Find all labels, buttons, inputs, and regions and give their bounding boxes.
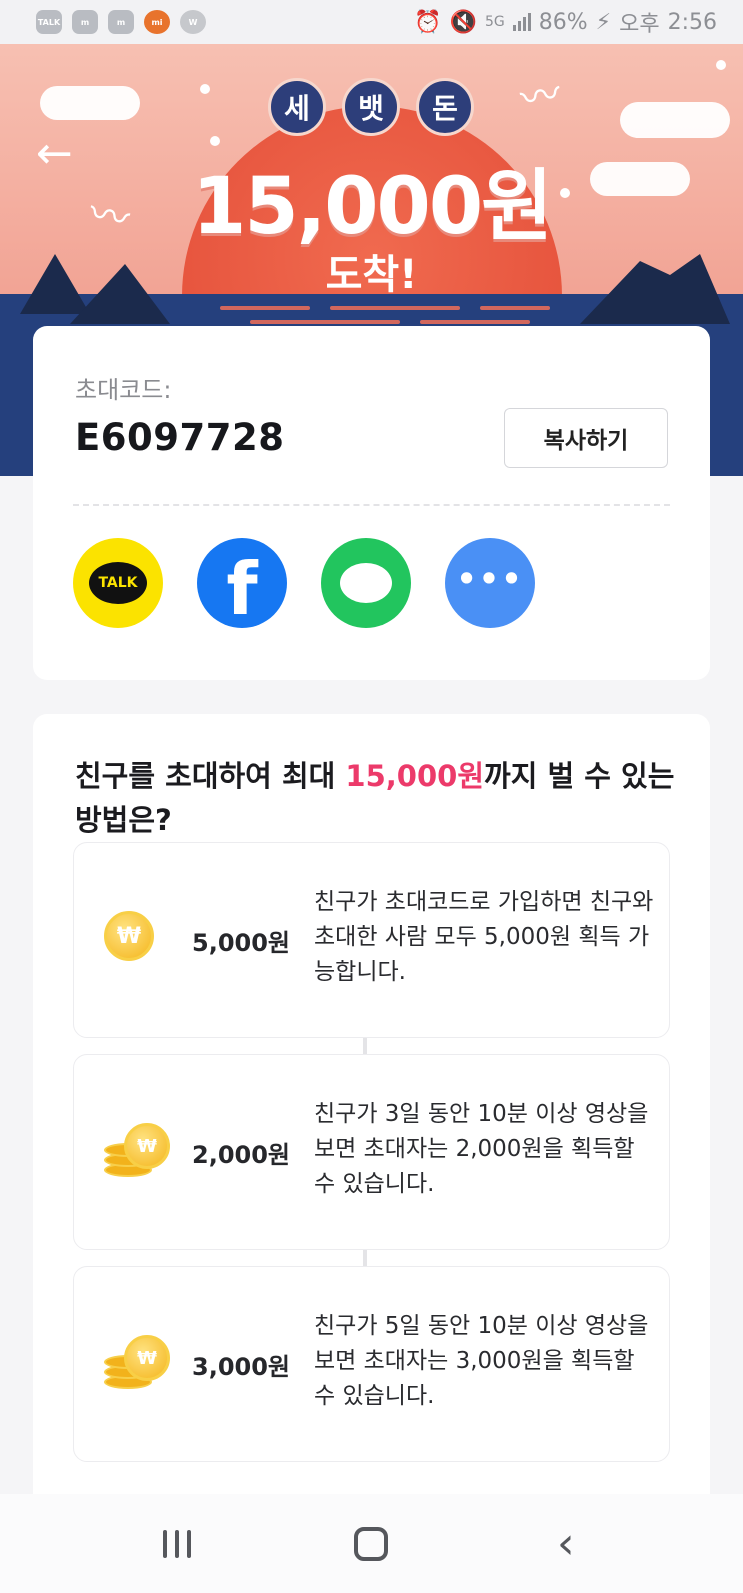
reward-amount: 3,000원 bbox=[192, 1353, 290, 1381]
invite-code-card: 초대코드: E6097728 복사하기 TALK f ••• bbox=[33, 326, 710, 680]
home-button[interactable] bbox=[341, 1514, 401, 1574]
recent-apps-button[interactable] bbox=[147, 1514, 207, 1574]
coin-symbol: ₩ bbox=[124, 1123, 170, 1169]
snow-dot bbox=[200, 84, 210, 94]
battery-icon: ⚡ bbox=[595, 9, 612, 35]
sun-reflection bbox=[420, 320, 530, 324]
sun-reflection bbox=[480, 306, 550, 310]
notification-icons: TALK m m mi W bbox=[36, 10, 206, 34]
system-icons: ⏰ 🔇 5G 86% ⚡ 오후 2:56 bbox=[414, 6, 717, 38]
hero-amount: 15,000원 bbox=[192, 162, 553, 252]
how-title: 친구를 초대하여 최대 15,000원까지 벌 수 있는 방법은? bbox=[75, 754, 675, 842]
snow-dot bbox=[716, 60, 726, 70]
reward-step: ₩ 3,000원 친구가 5일 동안 10분 이상 영상을 보면 초대자는 3,… bbox=[73, 1266, 670, 1462]
reward-description: 친구가 초대코드로 가입하면 친구와 초대한 사람 모두 5,000원 획득 가… bbox=[314, 889, 654, 985]
reward-amount: 5,000원 bbox=[192, 929, 290, 957]
mi-notification-icon: mi bbox=[144, 10, 170, 34]
invite-code-label: 초대코드: bbox=[75, 376, 172, 404]
m-notification-icon-2: m bbox=[108, 10, 134, 34]
recents-icon bbox=[163, 1529, 192, 1558]
coin-symbol: ₩ bbox=[104, 911, 154, 961]
signal-icon bbox=[512, 13, 531, 31]
cloud-illustration bbox=[40, 86, 140, 120]
title-pill: 뱃 bbox=[342, 78, 400, 136]
coin-stack-icon: ₩ bbox=[104, 1335, 170, 1391]
coin-stack: ₩ bbox=[104, 1335, 170, 1391]
more-dots-icon: ••• bbox=[456, 560, 524, 598]
facebook-share-button[interactable]: f bbox=[197, 538, 287, 631]
reward-description: 친구가 5일 동안 10분 이상 영상을 보면 초대자는 3,000원을 획득할… bbox=[314, 1313, 649, 1409]
crane-illustration: 〰 bbox=[517, 70, 565, 124]
speech-bubble-icon bbox=[340, 563, 392, 603]
how-to-earn-card: 친구를 초대하여 최대 15,000원까지 벌 수 있는 방법은? ₩ 5,00… bbox=[33, 714, 710, 1514]
facebook-icon: f bbox=[226, 547, 258, 631]
reward-amount: 2,000원 bbox=[192, 1141, 290, 1169]
battery-percent: 86% bbox=[538, 9, 588, 35]
hero-subtitle: 도착! bbox=[325, 252, 418, 298]
kakaotalk-icon: TALK bbox=[89, 562, 147, 604]
message-share-button[interactable] bbox=[321, 538, 411, 628]
copy-button[interactable]: 복사하기 bbox=[504, 408, 668, 468]
back-button[interactable]: ‹ bbox=[536, 1514, 596, 1574]
kakaotalk-share-button[interactable]: TALK bbox=[73, 538, 163, 628]
sun-reflection bbox=[250, 320, 400, 324]
sun-reflection bbox=[220, 306, 310, 310]
coin-icon: ₩ bbox=[104, 911, 160, 967]
ampm: 오후 bbox=[619, 12, 660, 37]
mute-icon: 🔇 bbox=[449, 9, 477, 35]
how-title-highlight: 15,000원 bbox=[345, 759, 485, 793]
m-notification-icon: m bbox=[72, 10, 98, 34]
title-pills: 세 뱃 돈 bbox=[268, 78, 474, 136]
coin-stack: ₩ bbox=[104, 1123, 170, 1179]
coin-symbol: ₩ bbox=[124, 1335, 170, 1381]
divider bbox=[73, 504, 670, 506]
how-title-pre: 친구를 초대하여 최대 bbox=[75, 759, 346, 793]
coin-stack-icon: ₩ bbox=[104, 1123, 170, 1179]
sun-reflection bbox=[330, 306, 460, 310]
invite-code-value: E6097728 bbox=[75, 416, 285, 459]
clock: 2:56 bbox=[667, 9, 717, 35]
system-navigation-bar: ‹ bbox=[0, 1494, 743, 1593]
share-buttons: TALK f ••• bbox=[73, 538, 535, 631]
reward-step: ₩ 5,000원 친구가 초대코드로 가입하면 친구와 초대한 사람 모두 5,… bbox=[73, 842, 670, 1038]
more-share-button[interactable]: ••• bbox=[445, 538, 535, 628]
w-notification-icon: W bbox=[180, 10, 206, 34]
title-pill: 세 bbox=[268, 78, 326, 136]
cloud-illustration bbox=[620, 102, 730, 138]
kakaotalk-notification-icon: TALK bbox=[36, 10, 62, 34]
network-type: 5G bbox=[484, 14, 505, 30]
chevron-left-icon: ‹ bbox=[557, 1517, 575, 1569]
title-pill: 돈 bbox=[416, 78, 474, 136]
reward-description: 친구가 3일 동안 10분 이상 영상을 보면 초대자는 2,000원을 획득할… bbox=[314, 1101, 649, 1197]
status-bar: TALK m m mi W ⏰ 🔇 5G 86% ⚡ 오후 2:56 bbox=[0, 0, 743, 44]
reward-step: ₩ 2,000원 친구가 3일 동안 10분 이상 영상을 보면 초대자는 2,… bbox=[73, 1054, 670, 1250]
home-icon bbox=[354, 1526, 389, 1561]
alarm-icon: ⏰ bbox=[414, 9, 442, 35]
